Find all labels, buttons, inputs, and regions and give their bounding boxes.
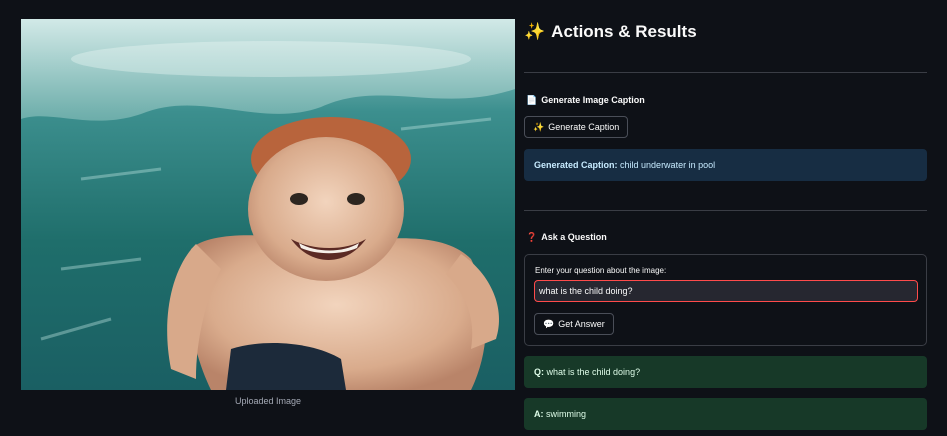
question-form: Enter your question about the image: 💬Ge… — [524, 254, 927, 346]
answer-label: A: — [534, 409, 544, 419]
image-caption: Uploaded Image — [234, 396, 302, 406]
uploaded-image — [21, 19, 515, 390]
question-echo: Q: what is the child doing? — [524, 356, 927, 388]
question-echo-value: what is the child doing? — [546, 367, 641, 377]
app-page: Uploaded Image ✨ Actions & Results 📄 Gener… — [0, 0, 947, 436]
answer-value: swimming — [546, 409, 587, 419]
generated-caption-value: child underwater in pool — [620, 160, 716, 170]
question-section-heading-text: Ask a Question — [541, 232, 607, 242]
question-mark-icon: ❓ — [526, 232, 538, 242]
question-echo-label: Q: — [534, 367, 544, 377]
question-section-heading: ❓ Ask a Question — [526, 232, 607, 243]
document-icon: 📄 — [526, 95, 538, 105]
generated-caption-result: Generated Caption: child underwater in p… — [524, 149, 927, 181]
divider — [524, 210, 927, 211]
caption-section-heading-text: Generate Image Caption — [541, 95, 645, 105]
sparkles-icon: ✨ — [533, 122, 545, 132]
generated-caption-label: Generated Caption: — [534, 160, 618, 170]
question-input-label: Enter your question about the image: — [535, 266, 667, 275]
get-answer-button[interactable]: 💬 Get Answer — [534, 313, 614, 335]
speech-bubble-icon: 💬 — [543, 319, 555, 329]
page-title-text: Actions & Results — [551, 22, 697, 41]
get-answer-button-label: Get Answer — [558, 319, 605, 329]
answer-result: A: swimming — [524, 398, 927, 430]
question-input[interactable] — [534, 280, 918, 302]
caption-section-heading: 📄 Generate Image Caption — [526, 95, 645, 106]
generate-caption-button-label: Generate Caption — [548, 122, 620, 132]
sparkles-icon: ✨ — [524, 22, 546, 41]
uploaded-image-graphic — [21, 19, 515, 390]
divider — [524, 72, 927, 73]
page-title: ✨ Actions & Results — [524, 22, 697, 42]
generate-caption-button[interactable]: ✨ Generate Caption — [524, 116, 629, 138]
